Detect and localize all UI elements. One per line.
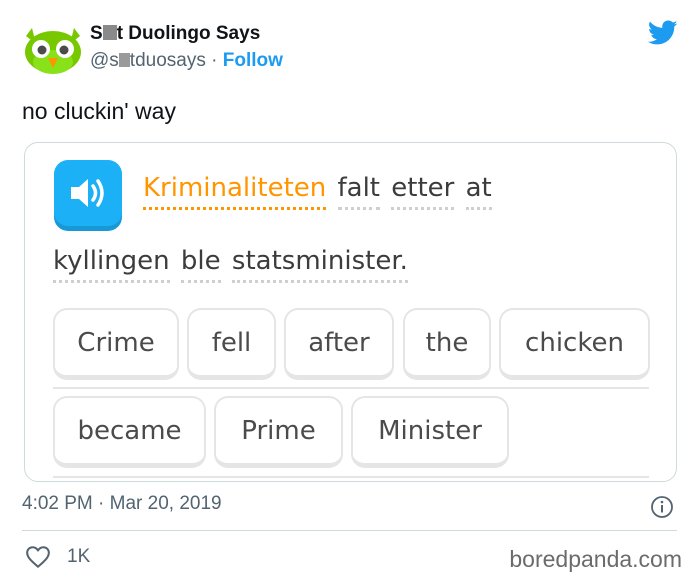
word-bank-divider [53, 476, 649, 478]
word-tile[interactable]: chicken [499, 308, 650, 380]
handle-start[interactable]: @s [90, 50, 119, 71]
sentence-word[interactable]: at [465, 173, 492, 210]
word-tile[interactable]: Minister [351, 396, 509, 468]
word-tile[interactable]: became [53, 396, 206, 468]
info-icon[interactable] [650, 495, 674, 519]
tweet-text: no cluckin' way [22, 98, 176, 124]
timestamp-separator: · [98, 493, 105, 514]
display-name-start: S [90, 23, 103, 44]
watermark: boredpanda.com [509, 546, 682, 572]
tweet-timestamp[interactable]: 4:02 PM · Mar 20, 2019 [22, 492, 222, 516]
redaction-block [102, 25, 117, 40]
sentence-word[interactable]: kyllingen [53, 246, 170, 283]
sentence-line-1: Kriminaliteten falt etter at [143, 173, 495, 210]
duolingo-exercise-image[interactable]: Kriminaliteten falt etter at kyllingen b… [24, 142, 677, 482]
sentence-word[interactable]: statsminister. [231, 246, 408, 283]
sentence-word[interactable]: ble [180, 246, 221, 283]
word-tile[interactable]: Prime [214, 396, 343, 468]
speaker-icon[interactable] [54, 160, 122, 226]
duolingo-owl-icon[interactable] [22, 22, 84, 76]
like-button[interactable]: 1K [25, 545, 90, 569]
redaction-block [118, 53, 130, 67]
sentence-word-highlighted[interactable]: Kriminaliteten [143, 173, 327, 210]
word-bank-divider [53, 387, 649, 389]
sentence-line-2: kyllingen ble statsminister. [53, 246, 411, 283]
author-names: St Duolingo Says @s tduosays · Follow [90, 22, 283, 74]
twitter-bird-icon[interactable] [647, 20, 678, 46]
sentence-word[interactable]: falt [337, 173, 381, 210]
tweet-date: Mar 20, 2019 [109, 493, 222, 514]
footer-divider [22, 530, 677, 531]
handle-line: @s tduosays · Follow [90, 48, 283, 74]
tweet-header: St Duolingo Says @s tduosays · Follow [22, 18, 682, 78]
display-name-end: t Duolingo Says [116, 23, 261, 44]
follow-link[interactable]: Follow [223, 50, 283, 71]
word-tile[interactable]: after [284, 308, 394, 380]
word-tile[interactable]: the [403, 308, 491, 380]
sentence-word[interactable]: etter [391, 173, 455, 210]
word-tile[interactable]: fell [187, 308, 276, 380]
heart-icon [26, 546, 50, 568]
tweet-time: 4:02 PM [22, 493, 93, 514]
handle-separator: · [211, 50, 218, 71]
handle-end[interactable]: tduosays [130, 50, 206, 71]
word-tile[interactable]: Crime [53, 308, 179, 380]
display-name[interactable]: St Duolingo Says [90, 22, 283, 46]
like-count: 1K [67, 546, 91, 567]
